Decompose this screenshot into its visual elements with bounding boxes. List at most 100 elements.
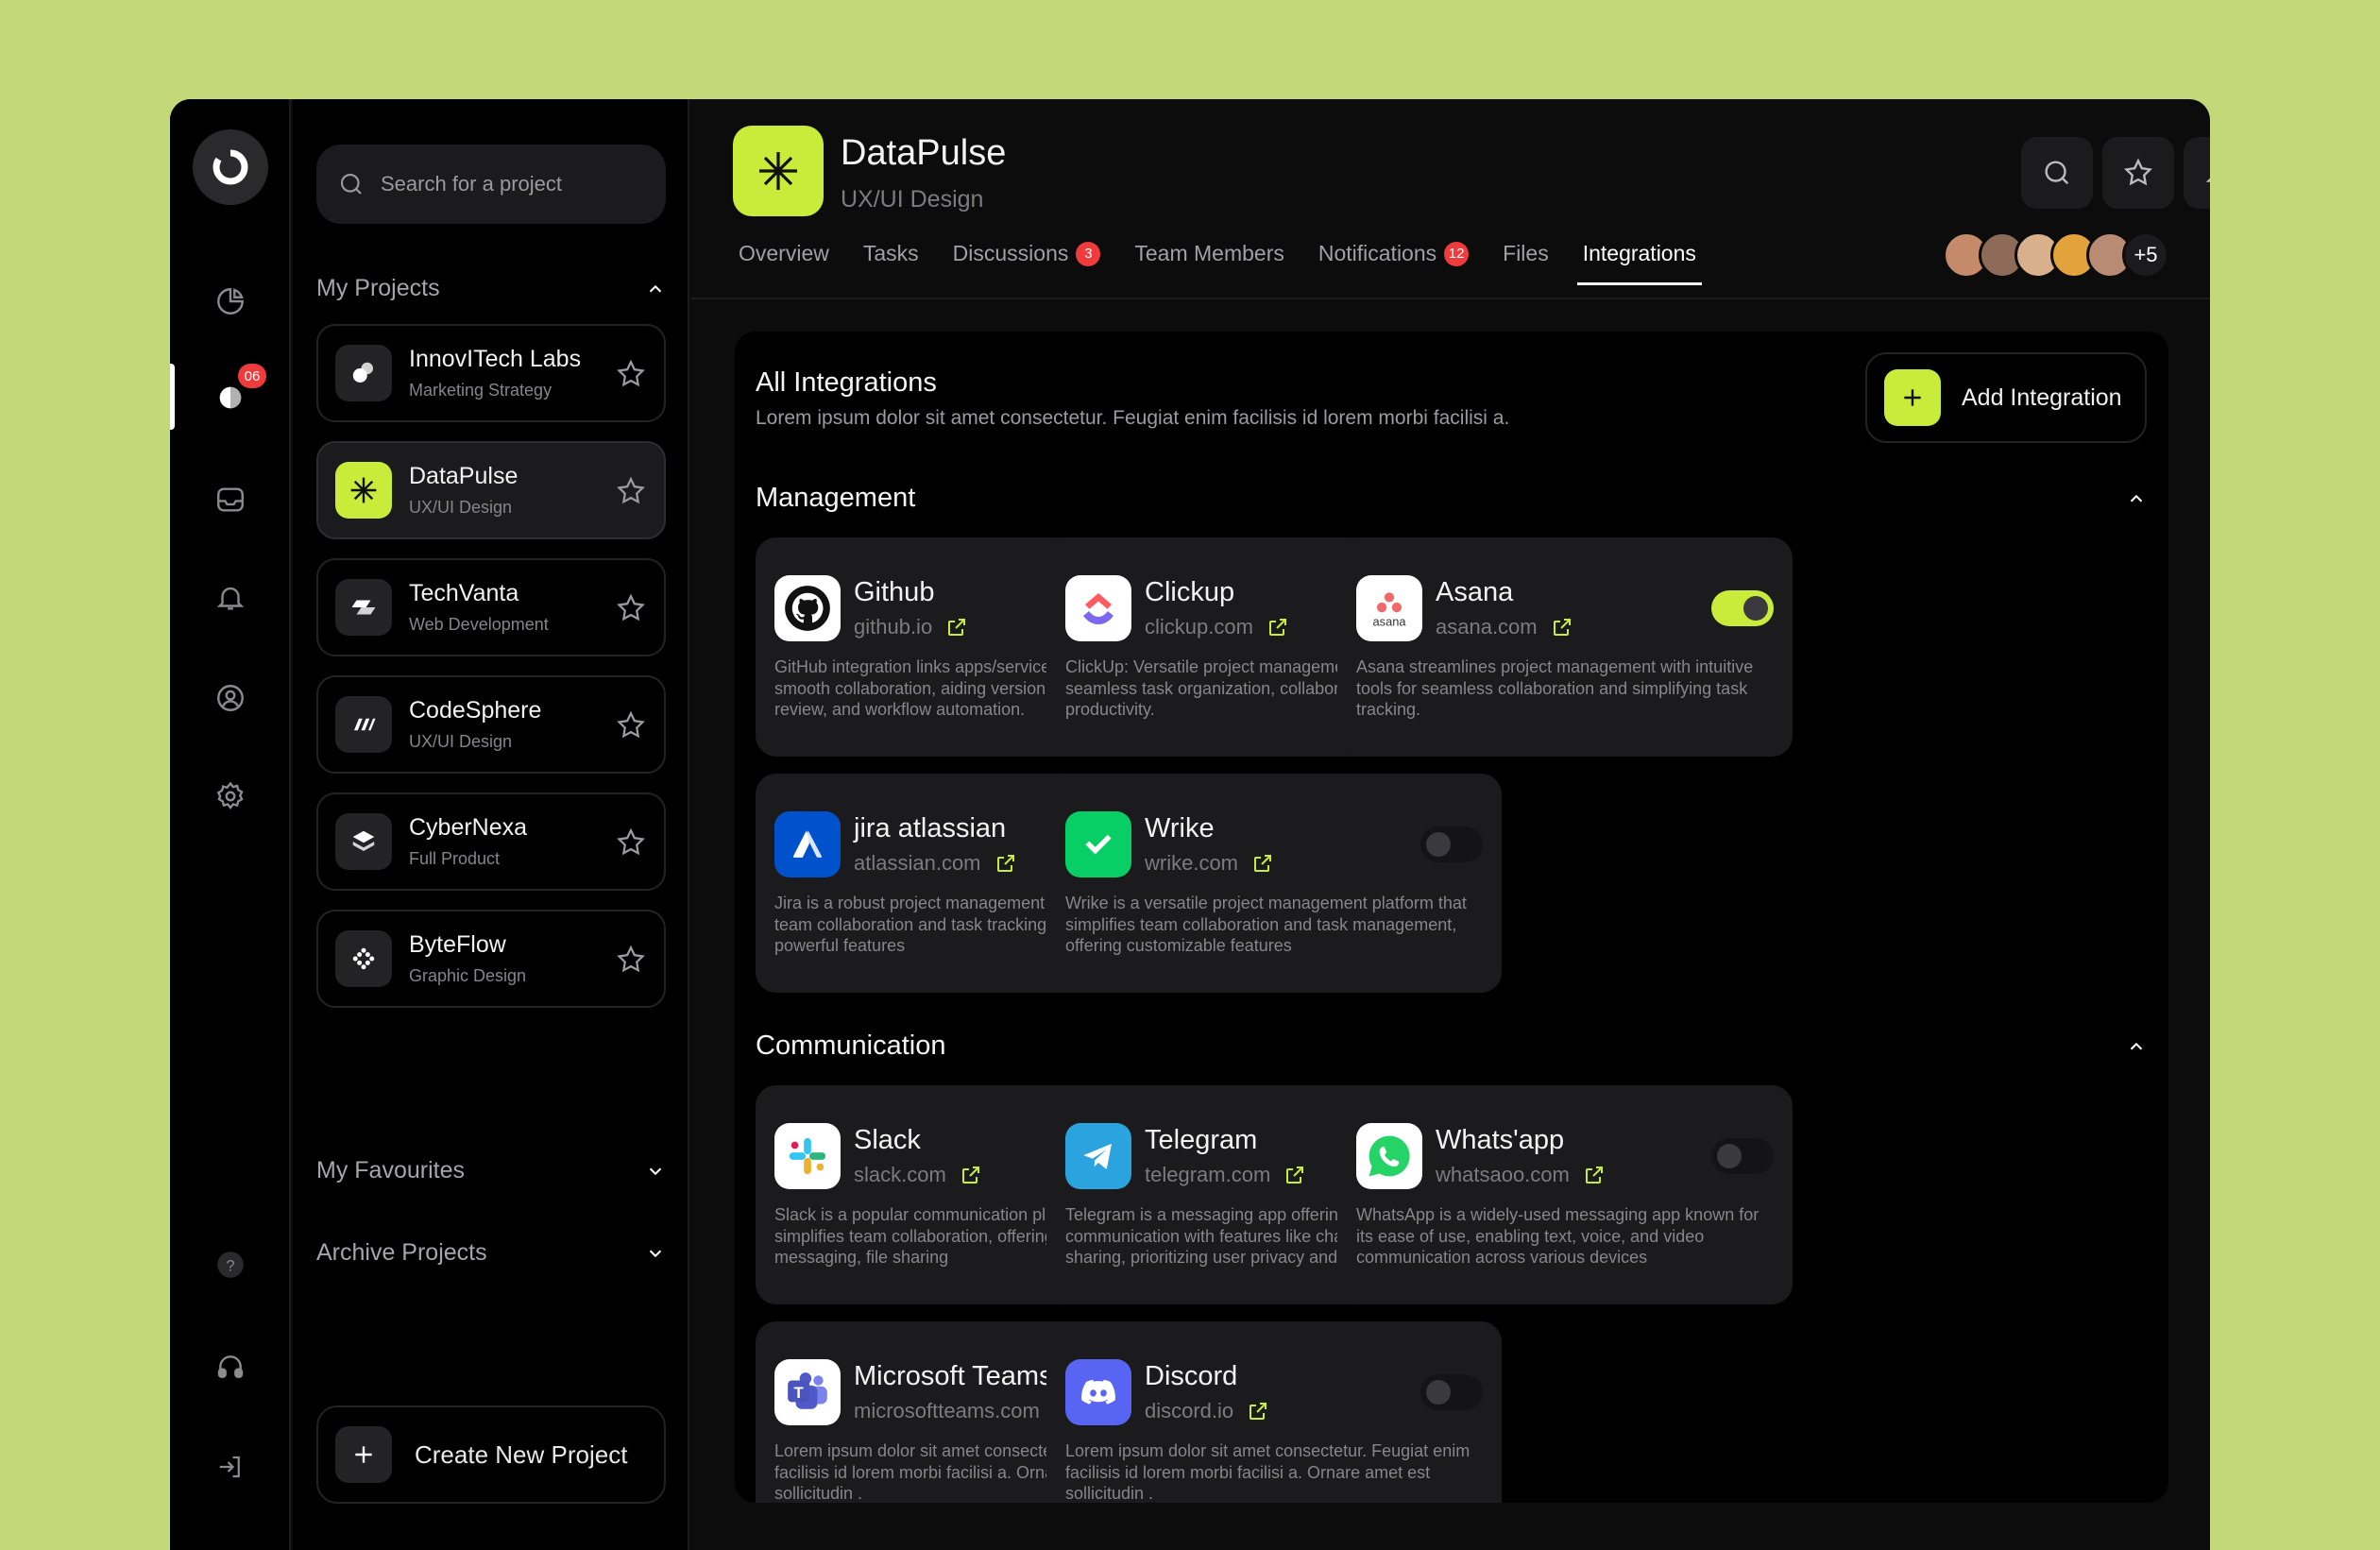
communication-header[interactable]: Communication <box>756 1030 2147 1062</box>
search-placeholder: Search for a project <box>381 172 562 196</box>
project-type: UX/UI Design <box>409 732 513 751</box>
clickup-icon <box>1065 575 1131 641</box>
create-project-button[interactable]: Create New Project <box>316 1405 666 1504</box>
count-badge: 12 <box>1444 241 1470 266</box>
tab-notifications[interactable]: Notifications 12 <box>1318 241 1470 285</box>
integration-domain: slack.com <box>854 1163 946 1186</box>
project-type: Marketing Strategy <box>409 381 552 400</box>
integration-domain: wrike.com <box>1145 851 1239 875</box>
chevron-down-icon <box>649 1250 662 1257</box>
logout-icon[interactable] <box>208 1444 253 1490</box>
management-header[interactable]: Management <box>756 483 2147 514</box>
project-name: CyberNexa <box>409 814 528 841</box>
integration-link[interactable]: discord.io <box>1145 1399 1269 1423</box>
archive-projects-label: Archive Projects <box>316 1239 487 1266</box>
plus-icon <box>1884 369 1941 426</box>
project-type: Full Product <box>409 849 501 868</box>
integration-name: Discord <box>1145 1361 1238 1391</box>
integration-name: Asana <box>1436 577 1514 607</box>
integration-link[interactable]: whatsaoo.com <box>1436 1163 1606 1187</box>
project-item-codesphere[interactable]: CodeSphere UX/UI Design <box>316 675 666 774</box>
svg-text:T: T <box>794 1384 804 1402</box>
profile-icon[interactable] <box>208 675 253 721</box>
project-item-innovitech[interactable]: InnovITech Labs Marketing Strategy <box>316 324 666 422</box>
project-item-byteflow[interactable]: ByteFlow Graphic Design <box>316 910 666 1008</box>
integration-domain: clickup.com <box>1145 615 1253 639</box>
project-item-cybernexa[interactable]: CyberNexa Full Product <box>316 792 666 891</box>
toggle-switch[interactable] <box>1420 1374 1483 1410</box>
tab-team-members[interactable]: Team Members <box>1134 241 1284 285</box>
help-icon[interactable]: ? <box>208 1242 253 1287</box>
search-input[interactable]: Search for a project <box>316 145 666 224</box>
star-icon[interactable] <box>615 475 647 507</box>
communication-label: Communication <box>756 1030 946 1061</box>
integration-link[interactable]: wrike.com <box>1145 851 1274 876</box>
integrations-title: All Integrations <box>756 367 937 398</box>
discord-icon <box>1065 1359 1131 1425</box>
page-title: DataPulse <box>841 133 1007 173</box>
datapulse-logo-icon <box>335 462 392 519</box>
star-icon[interactable] <box>615 709 647 741</box>
management-label: Management <box>756 483 916 513</box>
project-item-techvanta[interactable]: TechVanta Web Development <box>316 558 666 656</box>
integration-link[interactable]: telegram.com <box>1145 1163 1306 1187</box>
active-indicator <box>170 364 175 430</box>
settings-icon[interactable] <box>208 774 253 819</box>
toggle-switch[interactable] <box>1711 590 1774 626</box>
tab-integrations[interactable]: Integrations <box>1576 241 1703 285</box>
integration-link[interactable]: atlassian.com <box>854 851 1017 876</box>
integrations-description: Lorem ipsum dolor sit amet consectetur. … <box>756 407 1510 429</box>
external-link-icon <box>1585 1167 1603 1184</box>
toggle-switch[interactable] <box>1711 1138 1774 1174</box>
integration-link[interactable]: microsoftteams.com <box>854 1399 1076 1423</box>
tab-files[interactable]: Files <box>1503 241 1549 285</box>
page-subtitle: UX/UI Design <box>841 186 984 213</box>
bell-icon[interactable] <box>208 575 253 621</box>
star-icon[interactable] <box>615 592 647 624</box>
archive-projects-header[interactable]: Archive Projects <box>316 1239 666 1267</box>
integration-domain: microsoftteams.com <box>854 1399 1040 1422</box>
tab-discussions[interactable]: Discussions 3 <box>953 241 1101 285</box>
microsoft-teams-icon: T <box>774 1359 841 1425</box>
external-link-icon <box>1250 1403 1267 1420</box>
integration-description: Wrike is a versatile project management … <box>1065 894 1467 955</box>
integration-link[interactable]: asana.com <box>1436 615 1573 639</box>
my-projects-header[interactable]: My Projects <box>316 275 666 302</box>
external-link-icon <box>1286 1167 1304 1184</box>
tab-overview[interactable]: Overview <box>739 241 829 285</box>
add-integration-label: Add Integration <box>1962 383 2122 411</box>
slack-icon <box>774 1123 841 1189</box>
favourite-button[interactable] <box>2102 137 2174 209</box>
star-icon[interactable] <box>615 358 647 390</box>
techvanta-logo-icon <box>335 579 392 636</box>
star-icon[interactable] <box>615 944 647 976</box>
inbox-icon[interactable] <box>208 477 253 522</box>
more-members-count: +5 <box>2122 231 2169 279</box>
search-button[interactable] <box>2021 137 2093 209</box>
notifications-button[interactable] <box>2184 137 2210 209</box>
integration-name: Github <box>854 577 935 607</box>
add-integration-button[interactable]: Add Integration <box>1865 352 2147 443</box>
integration-link[interactable]: slack.com <box>854 1163 982 1187</box>
integration-name: Slack <box>854 1125 921 1155</box>
integration-domain: whatsaoo.com <box>1436 1163 1570 1186</box>
external-link-icon <box>961 1167 979 1184</box>
dashboard-icon[interactable] <box>208 279 253 324</box>
integration-link[interactable]: clickup.com <box>1145 615 1289 639</box>
star-icon[interactable] <box>615 826 647 859</box>
team-avatars[interactable]: +5 <box>1943 231 2169 279</box>
integration-card-whatsapp: Whats'app whatsaoo.com WhatsApp is a wid… <box>1337 1085 1793 1304</box>
whatsapp-icon <box>1356 1123 1422 1189</box>
integration-domain: atlassian.com <box>854 851 981 875</box>
headset-icon[interactable] <box>208 1344 253 1389</box>
integration-name: Clickup <box>1145 577 1235 607</box>
tab-label: Integrations <box>1582 241 1696 265</box>
toggle-switch[interactable] <box>1420 826 1483 862</box>
my-favourites-header[interactable]: My Favourites <box>316 1157 666 1184</box>
svg-text:asana: asana <box>1373 615 1407 629</box>
bell-icon <box>2205 178 2210 182</box>
integration-link[interactable]: github.io <box>854 615 968 639</box>
logo-icon[interactable] <box>193 129 268 205</box>
project-item-datapulse[interactable]: DataPulse UX/UI Design <box>316 441 666 539</box>
tab-tasks[interactable]: Tasks <box>863 241 919 285</box>
